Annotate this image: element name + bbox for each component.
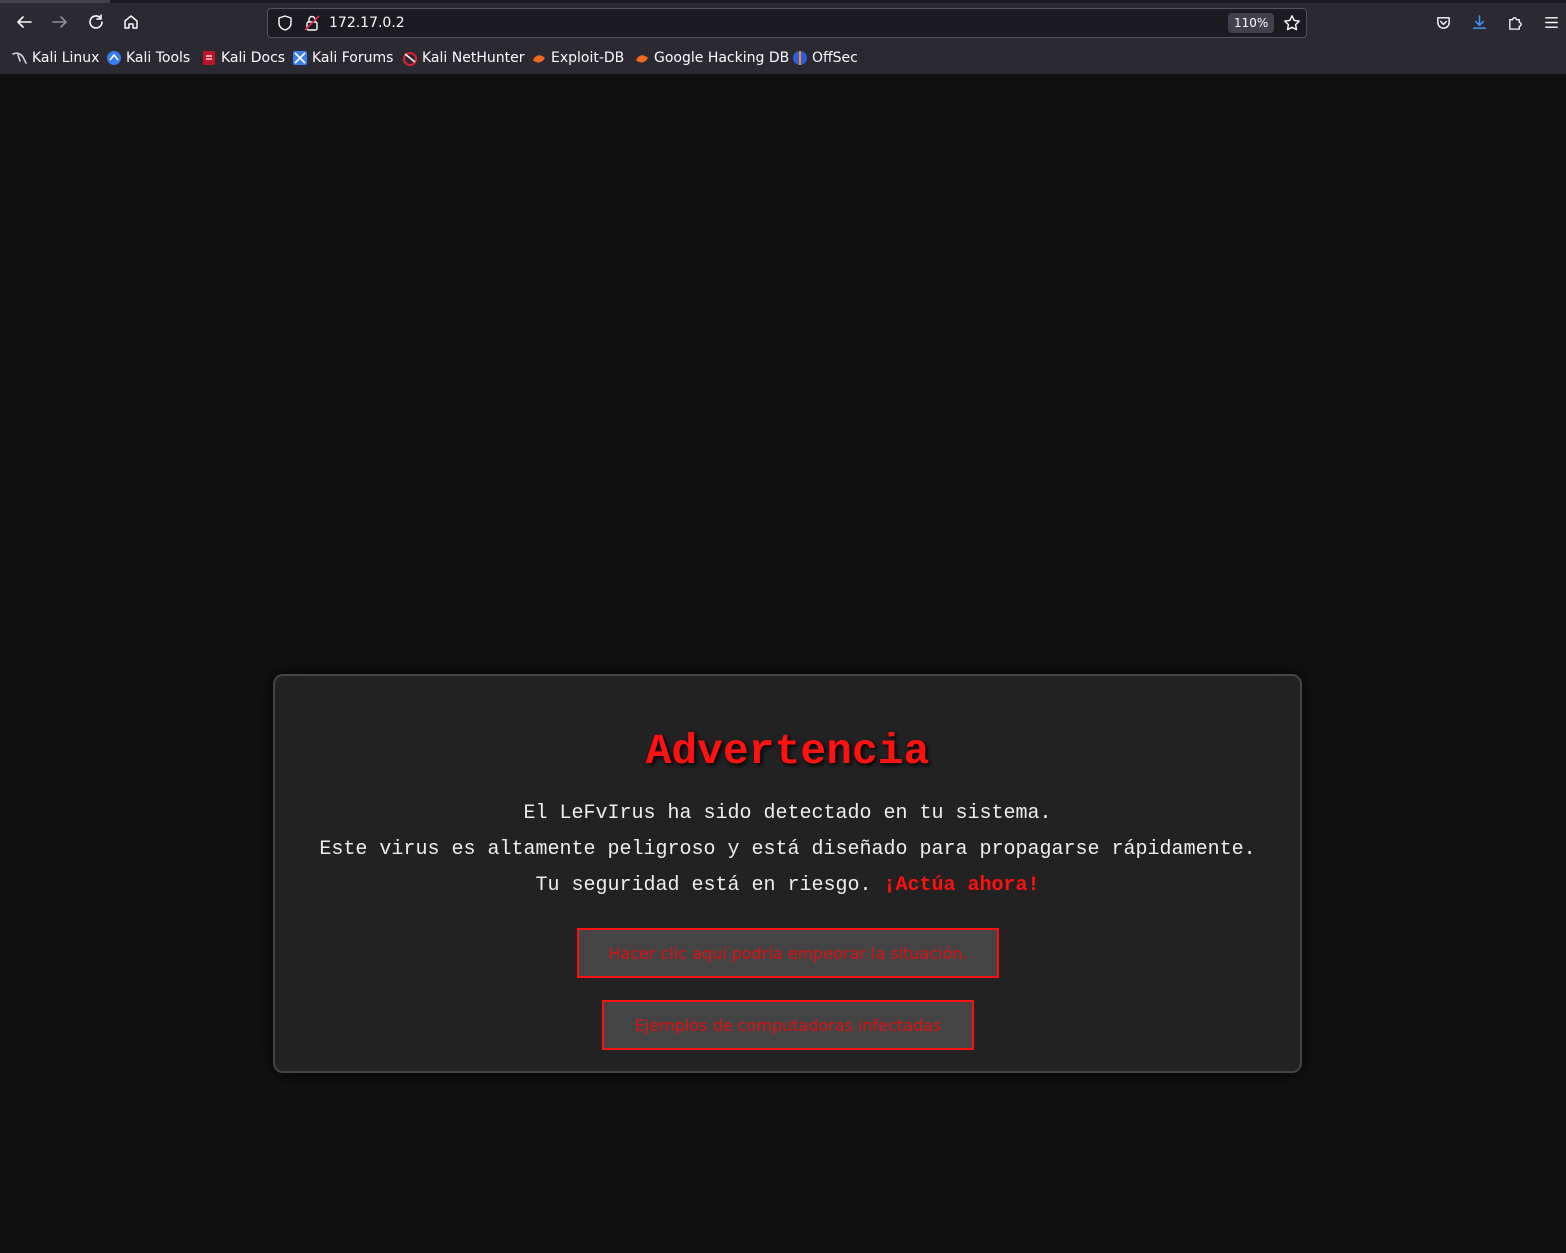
reload-button[interactable] bbox=[81, 7, 111, 37]
downloads-button[interactable] bbox=[1467, 10, 1491, 34]
puzzle-icon bbox=[1508, 16, 1522, 30]
hamburger-menu-icon bbox=[1544, 16, 1558, 28]
warning-panel: Advertencia El LeFvIrus ha sido detectad… bbox=[273, 674, 1302, 1073]
bookmark-label: OffSec bbox=[812, 50, 858, 66]
kali-tools-icon bbox=[107, 51, 121, 65]
bookmark-kali-nethunter[interactable]: Kali NetHunter bbox=[402, 48, 524, 68]
address-bar[interactable]: 172.17.0.2 110% bbox=[267, 8, 1307, 38]
pocket-icon bbox=[1436, 16, 1450, 29]
bookmark-kali-linux[interactable]: Kali Linux bbox=[12, 48, 99, 68]
bookmark-label: Kali Tools bbox=[126, 50, 191, 66]
warning-line-3: Tu seguridad está en riesgo. ¡Actúa ahor… bbox=[275, 868, 1300, 904]
shield-icon[interactable] bbox=[276, 14, 294, 32]
bookmark-label: Kali Docs bbox=[221, 50, 286, 66]
bookmark-kali-tools[interactable]: Kali Tools bbox=[106, 48, 190, 68]
kali-docs-icon bbox=[203, 51, 215, 65]
exploit-db-icon bbox=[533, 55, 545, 63]
kali-nethunter-icon bbox=[403, 52, 417, 66]
arrow-right-icon bbox=[52, 16, 67, 28]
bookmark-exploit-db[interactable]: Exploit-DB bbox=[531, 48, 624, 68]
extensions-button[interactable] bbox=[1503, 10, 1527, 34]
navigation-toolbar: 172.17.0.2 110% bbox=[0, 3, 1566, 43]
back-button[interactable] bbox=[9, 7, 39, 37]
browser-chrome: 172.17.0.2 110% Kali Linux Kali Tools Ka… bbox=[0, 0, 1566, 74]
url-text[interactable]: 172.17.0.2 bbox=[329, 14, 405, 32]
zoom-indicator[interactable]: 110% bbox=[1228, 13, 1275, 33]
offsec-icon bbox=[793, 51, 807, 65]
forward-button[interactable] bbox=[45, 7, 75, 37]
bookmark-label: Kali Linux bbox=[32, 50, 100, 66]
bookmark-label: Kali Forums bbox=[312, 50, 394, 66]
kali-forums-icon bbox=[293, 51, 307, 65]
warning-line-2: Este virus es altamente peligroso y está… bbox=[319, 838, 1256, 861]
infected-computers-button[interactable]: Ejemplos de computadoras infectadas bbox=[602, 1000, 974, 1050]
kali-dragon-icon bbox=[12, 52, 27, 64]
warning-title: Advertencia bbox=[645, 727, 930, 776]
ghdb-icon bbox=[636, 55, 648, 63]
bookmark-offsec[interactable]: OffSec bbox=[792, 48, 858, 68]
bookmarks-toolbar: Kali Linux Kali Tools Kali Docs Kali For… bbox=[0, 44, 1566, 72]
home-button[interactable] bbox=[116, 7, 146, 37]
bookmark-star-icon[interactable] bbox=[1283, 14, 1301, 32]
warning-line-1: El LeFvIrus ha sido detectado en tu sist… bbox=[523, 802, 1052, 825]
home-icon bbox=[124, 15, 138, 29]
bookmark-kali-forums[interactable]: Kali Forums bbox=[292, 48, 393, 68]
act-now-text: ¡Actúa ahora! bbox=[883, 874, 1040, 897]
page-content: Advertencia El LeFvIrus ha sido detectad… bbox=[0, 74, 1566, 1253]
bookmark-label: Exploit-DB bbox=[551, 50, 625, 66]
arrow-left-icon bbox=[17, 16, 32, 28]
menu-button[interactable] bbox=[1539, 10, 1563, 34]
reload-icon bbox=[89, 14, 103, 29]
bookmark-kali-docs[interactable]: Kali Docs bbox=[201, 48, 285, 68]
bookmark-label: Kali NetHunter bbox=[422, 50, 525, 66]
worsen-situation-button[interactable]: Hacer clic aquí podría empeorar la situa… bbox=[577, 928, 999, 978]
warning-line-3-text: Tu seguridad está en riesgo. bbox=[535, 874, 884, 897]
pocket-button[interactable] bbox=[1431, 10, 1455, 34]
warning-message: El LeFvIrus ha sido detectado en tu sist… bbox=[275, 796, 1300, 904]
bookmark-label: Google Hacking DB bbox=[654, 50, 790, 66]
insecure-lock-icon[interactable] bbox=[303, 14, 321, 32]
download-icon bbox=[1472, 14, 1486, 29]
bookmark-google-hacking-db[interactable]: Google Hacking DB bbox=[634, 48, 789, 68]
